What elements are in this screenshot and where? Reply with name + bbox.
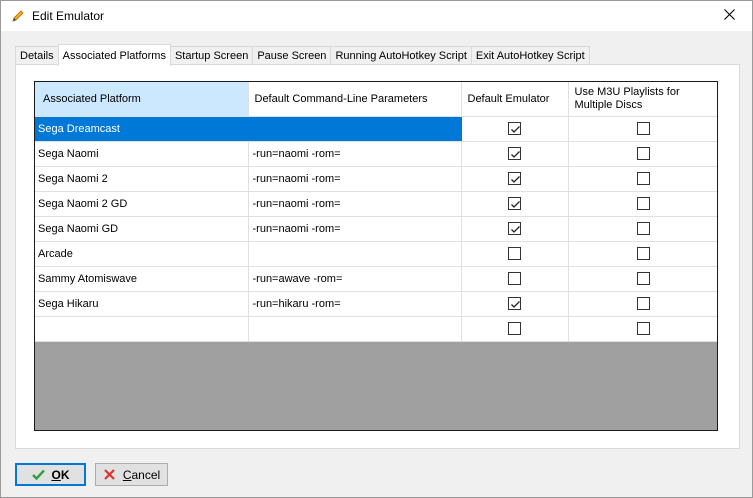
command-line-cell[interactable] [248, 241, 462, 267]
default-emulator-checkbox-cell [461, 191, 569, 217]
table-row[interactable]: Sammy Atomiswave -run=awave -rom= [35, 266, 717, 292]
command-line-cell[interactable] [248, 116, 462, 142]
checkmark-icon [31, 468, 45, 482]
pencil-icon [10, 8, 26, 24]
table-row[interactable]: Sega Naomi 2 GD -run=naomi -rom= [35, 191, 717, 217]
platforms-grid[interactable]: Associated Platform Default Command-Line… [34, 81, 718, 431]
table-row[interactable]: Arcade [35, 241, 717, 267]
tab-associated-platforms[interactable]: Associated Platforms [57, 44, 171, 66]
default-emulator-checkbox[interactable] [508, 272, 521, 285]
default-emulator-checkbox-cell [461, 116, 569, 142]
window-title: Edit Emulator [32, 9, 105, 23]
column-header-default-emulator[interactable]: Default Emulator [461, 82, 569, 117]
m3u-playlist-checkbox-cell [568, 316, 717, 342]
table-row[interactable] [35, 316, 717, 342]
table-row[interactable]: Sega Naomi 2 -run=naomi -rom= [35, 166, 717, 192]
tab-startup-screen[interactable]: Startup Screen [169, 46, 254, 65]
default-emulator-checkbox[interactable] [508, 297, 521, 310]
command-line-cell[interactable]: -run=naomi -rom= [248, 166, 462, 192]
default-emulator-checkbox-cell [461, 291, 569, 317]
platform-cell[interactable]: Arcade [35, 241, 249, 267]
command-line-cell[interactable] [248, 316, 462, 342]
default-emulator-checkbox[interactable] [508, 322, 521, 335]
m3u-playlist-checkbox-cell [568, 291, 717, 317]
ok-button[interactable]: OK [15, 463, 86, 486]
default-emulator-checkbox[interactable] [508, 247, 521, 260]
platform-cell[interactable]: Sega Naomi 2 GD [35, 191, 249, 217]
m3u-playlist-checkbox-cell [568, 266, 717, 292]
close-icon [723, 9, 735, 23]
m3u-playlist-checkbox-cell [568, 141, 717, 167]
default-emulator-checkbox[interactable] [508, 147, 521, 160]
platform-cell[interactable]: Sega Naomi 2 [35, 166, 249, 192]
m3u-playlist-checkbox[interactable] [636, 322, 650, 335]
column-header-associated-platform[interactable]: Associated Platform [35, 82, 249, 117]
m3u-playlist-checkbox-cell [568, 191, 717, 217]
edit-emulator-window: Edit Emulator Details Associated Platform… [0, 0, 753, 498]
command-line-cell[interactable]: -run=awave -rom= [248, 266, 462, 292]
default-emulator-checkbox-cell [461, 166, 569, 192]
m3u-playlist-checkbox[interactable] [636, 247, 650, 260]
default-emulator-checkbox-cell [461, 316, 569, 342]
command-line-cell[interactable]: -run=naomi -rom= [248, 141, 462, 167]
command-line-cell[interactable]: -run=hikaru -rom= [248, 291, 462, 317]
command-line-cell[interactable]: -run=naomi -rom= [248, 216, 462, 242]
tab-panel-associated-platforms: Associated Platform Default Command-Line… [15, 64, 740, 449]
default-emulator-checkbox[interactable] [508, 197, 521, 210]
tab-pause-screen[interactable]: Pause Screen [252, 46, 332, 65]
m3u-playlist-checkbox-cell [568, 166, 717, 192]
m3u-playlist-checkbox[interactable] [636, 197, 650, 210]
m3u-playlist-checkbox-cell [568, 116, 717, 142]
table-row[interactable]: Sega Naomi GD -run=naomi -rom= [35, 216, 717, 242]
platform-cell[interactable]: Sammy Atomiswave [35, 266, 249, 292]
x-icon [103, 468, 117, 482]
m3u-playlist-checkbox-cell [568, 241, 717, 267]
cancel-button[interactable]: Cancel [95, 463, 168, 486]
table-row[interactable]: Sega Hikaru -run=hikaru -rom= [35, 291, 717, 317]
title-bar: Edit Emulator [1, 1, 752, 31]
m3u-playlist-checkbox-cell [568, 216, 717, 242]
tab-running-autohotkey-script[interactable]: Running AutoHotkey Script [330, 46, 472, 65]
m3u-playlist-checkbox[interactable] [636, 297, 650, 310]
table-row[interactable]: Sega Naomi -run=naomi -rom= [35, 141, 717, 167]
default-emulator-checkbox[interactable] [508, 122, 521, 135]
m3u-playlist-checkbox[interactable] [636, 147, 650, 160]
default-emulator-checkbox-cell [461, 216, 569, 242]
tab-exit-autohotkey-script[interactable]: Exit AutoHotkey Script [470, 46, 590, 65]
tab-details[interactable]: Details [15, 46, 59, 65]
cancel-button-label: Cancel [122, 467, 161, 482]
default-emulator-checkbox[interactable] [508, 222, 521, 235]
default-emulator-checkbox-cell [461, 141, 569, 167]
close-button[interactable] [706, 1, 752, 31]
column-header-use-m3u-playlists[interactable]: Use M3U Playlists for Multiple Discs [568, 82, 717, 117]
m3u-playlist-checkbox[interactable] [636, 272, 650, 285]
platform-cell[interactable]: Sega Naomi GD [35, 216, 249, 242]
platform-cell[interactable]: Sega Naomi [35, 141, 249, 167]
command-line-cell[interactable]: -run=naomi -rom= [248, 191, 462, 217]
grid-header-row: Associated Platform Default Command-Line… [35, 82, 717, 117]
default-emulator-checkbox[interactable] [508, 172, 521, 185]
platform-cell[interactable]: Sega Hikaru [35, 291, 249, 317]
platform-cell[interactable]: Sega Dreamcast [35, 116, 249, 142]
m3u-playlist-checkbox[interactable] [636, 222, 650, 235]
m3u-playlist-checkbox[interactable] [636, 122, 650, 135]
ok-button-label: OK [51, 467, 70, 482]
default-emulator-checkbox-cell [461, 241, 569, 267]
m3u-playlist-checkbox[interactable] [636, 172, 650, 185]
default-emulator-checkbox-cell [461, 266, 569, 292]
platform-cell[interactable] [35, 316, 249, 342]
table-row[interactable]: Sega Dreamcast [35, 116, 717, 142]
tab-strip: Details Associated Platforms Startup Scree… [15, 44, 590, 66]
column-header-command-line-parameters[interactable]: Default Command-Line Parameters [248, 82, 462, 117]
